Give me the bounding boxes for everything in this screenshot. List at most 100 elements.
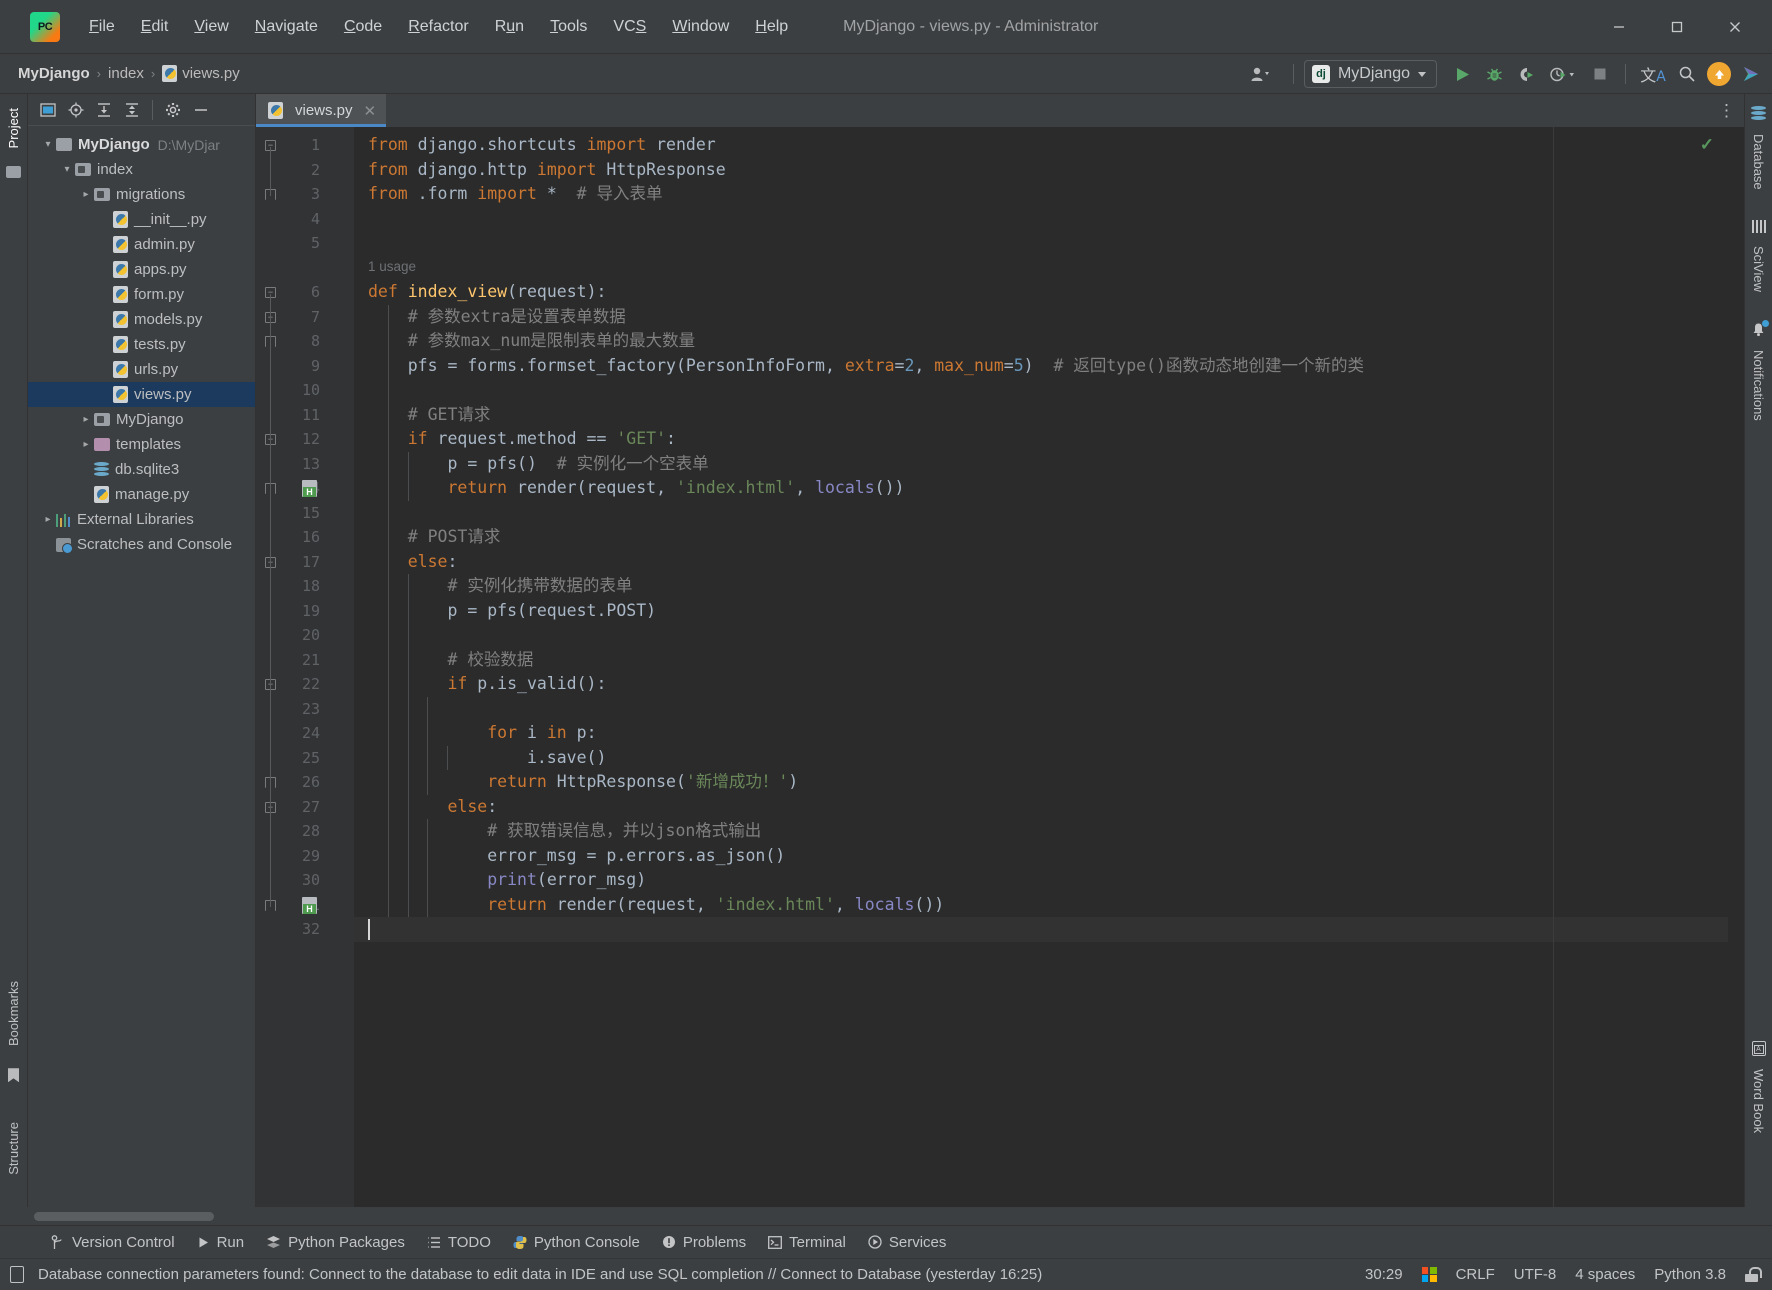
code-line[interactable]: print(error_msg) [368, 868, 646, 893]
code-line[interactable]: p = pfs(request.POST) [368, 599, 656, 624]
debug-button[interactable] [1479, 59, 1509, 89]
chevron-down-icon[interactable]: ▾ [59, 164, 75, 175]
code-line[interactable]: # 校验数据 [368, 648, 533, 673]
run-with-coverage-button[interactable] [1511, 59, 1541, 89]
target-icon[interactable] [64, 98, 88, 122]
menu-vcs[interactable]: VCS [600, 12, 659, 42]
code-line[interactable]: p = pfs() # 实例化一个空表单 [368, 452, 708, 477]
tool-window-version-control[interactable]: Version Control [40, 1230, 186, 1255]
indent-setting[interactable]: 4 spaces [1575, 1266, 1635, 1283]
tree-item-urls-py[interactable]: urls.py [28, 357, 255, 382]
collapse-all-icon[interactable] [120, 98, 144, 122]
tool-window-problems[interactable]: Problems [651, 1230, 757, 1255]
code-content[interactable]: ✓ 1 usage from django.shortcuts import re… [354, 127, 1744, 1207]
inspection-status-icon[interactable]: ✓ [1700, 135, 1714, 155]
tool-window-todo[interactable]: TODO [416, 1230, 502, 1255]
code-line[interactable]: # GET请求 [368, 403, 491, 428]
breadcrumb-file[interactable]: views.py [162, 65, 240, 82]
stripe-button-word-book[interactable]: Word Book [1748, 1061, 1769, 1141]
tool-window-python-console[interactable]: Python Console [502, 1230, 651, 1255]
code-line[interactable]: from .form import * # 导入表单 [368, 182, 663, 207]
search-icon[interactable] [1672, 59, 1702, 89]
expand-all-icon[interactable] [92, 98, 116, 122]
stripe-button-notifications[interactable]: Notifications [1748, 342, 1769, 429]
chevron-right-icon[interactable]: ▸ [40, 514, 56, 525]
chevron-down-icon[interactable]: ▾ [40, 139, 56, 150]
stripe-button-project[interactable]: Project [3, 100, 24, 156]
tree-item-db-sqlite3[interactable]: db.sqlite3 [28, 457, 255, 482]
chevron-right-icon[interactable]: ▸ [78, 414, 94, 425]
minimize-button[interactable] [1590, 7, 1648, 47]
stop-button[interactable] [1585, 59, 1615, 89]
tree-item-views-py[interactable]: views.py [28, 382, 255, 407]
menu-run[interactable]: Run [482, 12, 537, 42]
file-encoding[interactable]: UTF-8 [1514, 1266, 1557, 1283]
translate-icon[interactable]: 文A [1636, 59, 1670, 89]
tool-window-terminal[interactable]: Terminal [757, 1230, 857, 1255]
code-line[interactable]: def index_view(request): [368, 280, 606, 305]
editor-options-icon[interactable]: ⋮ [1718, 94, 1736, 127]
html-file-gutter-icon[interactable] [302, 896, 317, 914]
code-line[interactable]: if p.is_valid(): [368, 672, 606, 697]
code-line[interactable]: return HttpResponse('新增成功！') [368, 770, 798, 795]
tree-item-external-libraries[interactable]: ▸ External Libraries [28, 507, 255, 532]
chevron-right-icon[interactable]: ▸ [78, 439, 94, 450]
select-opened-file-icon[interactable] [36, 98, 60, 122]
menu-edit[interactable]: Edit [128, 12, 182, 42]
tree-item--init-py[interactable]: __init__.py [28, 207, 255, 232]
menu-tools[interactable]: Tools [537, 12, 600, 42]
tree-item-tests-py[interactable]: tests.py [28, 332, 255, 357]
menu-view[interactable]: View [181, 12, 241, 42]
run-configuration-selector[interactable]: dj MyDjango [1303, 60, 1437, 88]
project-tree[interactable]: ▾ MyDjango D:\MyDjar ▾ index ▸ migrations __ini… [28, 126, 255, 1207]
close-button[interactable] [1706, 7, 1764, 47]
run-button[interactable] [1447, 59, 1477, 89]
usage-hint[interactable]: 1 usage [368, 259, 416, 274]
update-icon[interactable] [1704, 59, 1734, 89]
tree-item-migrations[interactable]: ▸ migrations [28, 182, 255, 207]
menu-navigate[interactable]: Navigate [242, 12, 331, 42]
windows-logo-icon[interactable] [1421, 1267, 1437, 1282]
lock-icon[interactable] [1745, 1267, 1762, 1282]
tree-item-mydjango[interactable]: ▾ MyDjango D:\MyDjar [28, 132, 255, 157]
tree-item-mydjango[interactable]: ▸ MyDjango [28, 407, 255, 432]
code-line[interactable]: from django.shortcuts import render [368, 133, 716, 158]
stripe-button-database[interactable]: Database [1748, 126, 1769, 198]
code-line[interactable]: return render(request, 'index.html', loc… [368, 476, 904, 501]
stripe-button-sciview[interactable]: SciView [1748, 238, 1769, 300]
menu-file[interactable]: File [76, 12, 128, 42]
caret-position[interactable]: 30:29 [1365, 1266, 1403, 1283]
line-separator[interactable]: CRLF [1456, 1266, 1495, 1283]
tool-window-run[interactable]: Run [186, 1230, 256, 1255]
breadcrumb-project[interactable]: MyDjango [18, 65, 90, 82]
tree-item-scratches-and-console[interactable]: Scratches and Console [28, 532, 255, 557]
chevron-right-icon[interactable]: ▸ [78, 189, 94, 200]
tree-item-manage-py[interactable]: manage.py [28, 482, 255, 507]
stripe-button-bookmarks[interactable]: Bookmarks [3, 973, 24, 1054]
editor-scrollbar[interactable] [1728, 127, 1744, 1207]
code-line[interactable]: return render(request, 'index.html', loc… [368, 893, 944, 918]
ide-feature-icon[interactable] [1736, 59, 1766, 89]
code-line[interactable]: for i in p: [368, 721, 596, 746]
editor-tab-views-py[interactable]: views.py ✕ [256, 94, 387, 127]
maximize-button[interactable] [1648, 7, 1706, 47]
code-line[interactable]: from django.http import HttpResponse [368, 158, 726, 183]
status-message[interactable]: Database connection parameters found: Co… [38, 1266, 1042, 1283]
project-horizontal-scrollbar[interactable] [34, 1211, 214, 1221]
menu-help[interactable]: Help [742, 12, 801, 42]
hide-panel-icon[interactable] [189, 98, 213, 122]
tree-item-apps-py[interactable]: apps.py [28, 257, 255, 282]
tree-item-models-py[interactable]: models.py [28, 307, 255, 332]
profile-button[interactable] [1543, 59, 1583, 89]
code-folding-column[interactable]: −−−−−−− [265, 127, 354, 1207]
html-file-gutter-icon[interactable] [302, 480, 317, 497]
user-account-icon[interactable] [1239, 59, 1283, 89]
tool-window-services[interactable]: Services [857, 1230, 958, 1255]
python-interpreter[interactable]: Python 3.8 [1654, 1266, 1726, 1283]
close-icon[interactable]: ✕ [364, 102, 377, 120]
code-line[interactable]: pfs = forms.formset_factory(PersonInfoFo… [368, 354, 1364, 379]
code-line[interactable]: error_msg = p.errors.as_json() [368, 844, 785, 869]
stripe-button-structure[interactable]: Structure [3, 1114, 24, 1183]
code-line[interactable]: i.save() [368, 746, 606, 771]
tree-item-index[interactable]: ▾ index [28, 157, 255, 182]
